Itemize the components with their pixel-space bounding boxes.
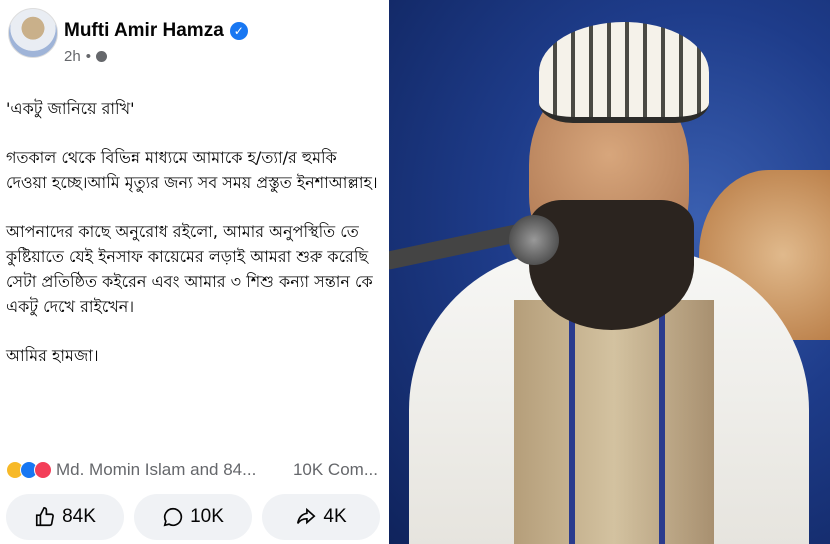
like-count: 84K: [62, 506, 96, 527]
share-arrow-icon: [297, 507, 316, 525]
love-reaction-icon: [34, 461, 52, 479]
reactions-summary[interactable]: Md. Momin Islam and 84...: [56, 460, 293, 480]
author-name[interactable]: Mufti Amir Hamza: [64, 20, 224, 42]
prayer-cap: [539, 22, 709, 123]
author-avatar[interactable]: [8, 8, 58, 58]
post-actions: 84K 10K 4K: [0, 494, 386, 544]
reaction-icons[interactable]: [6, 461, 52, 479]
share-count: 4K: [323, 506, 347, 527]
vest-stripe: [659, 300, 665, 544]
globe-icon: [95, 51, 107, 62]
vest-stripe: [569, 300, 575, 544]
share-button[interactable]: 4K: [262, 494, 380, 540]
post-paragraph: 'একটু জানিয়ে রাখি': [6, 99, 135, 118]
facebook-post-panel: Mufti Amir Hamza ✓ 2h • 'একটু জানিয়ে রা…: [0, 0, 386, 544]
thumbs-up-icon: [36, 507, 55, 527]
vest: [514, 300, 714, 544]
beard: [529, 200, 694, 330]
verified-badge-icon: ✓: [229, 22, 248, 40]
post-paragraph: গতকাল থেকে বিভিন্ন মাধ্যমে আমাকে হ/ত্যা/…: [6, 148, 378, 192]
comment-count: 10K: [190, 506, 224, 527]
speaker-photo: [389, 0, 830, 544]
post-paragraph: আপনাদের কাছে অনুরোধ রইলো, আমার অনুপস্থিত…: [6, 222, 373, 316]
post-meta: 2h •: [64, 48, 107, 65]
comment-button[interactable]: 10K: [134, 494, 252, 540]
post-paragraph: আমির হামজা।: [6, 346, 99, 365]
reactions-bar: Md. Momin Islam and 84... 10K Com...: [6, 460, 384, 480]
microphone-icon: [509, 215, 559, 265]
post-body: 'একটু জানিয়ে রাখি' গতকাল থেকে বিভিন্ন ম…: [6, 96, 382, 392]
comments-count[interactable]: 10K Com...: [293, 460, 378, 480]
like-button[interactable]: 84K: [6, 494, 124, 540]
post-time[interactable]: 2h: [64, 48, 81, 65]
comment-bubble-icon: [163, 507, 183, 527]
meta-separator: •: [85, 48, 91, 65]
author-row: Mufti Amir Hamza ✓: [64, 20, 248, 42]
